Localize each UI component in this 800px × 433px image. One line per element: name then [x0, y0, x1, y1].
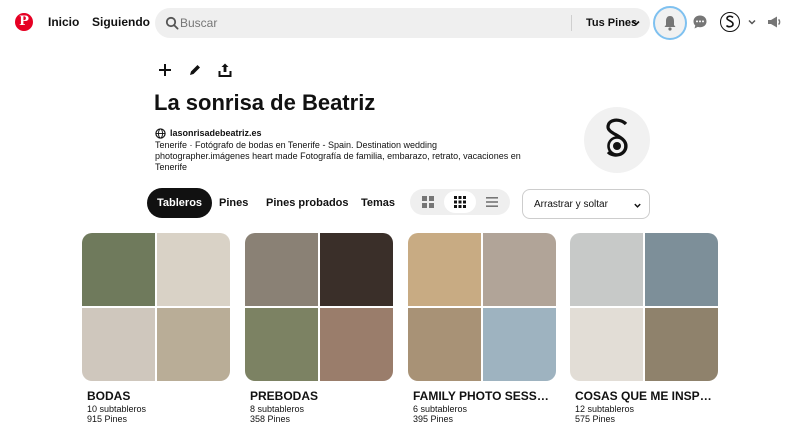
board-image [483, 308, 556, 381]
search-divider [571, 15, 572, 31]
globe-icon [155, 128, 166, 139]
board-image [157, 233, 230, 306]
board-image [408, 308, 481, 381]
large-grid-icon [422, 196, 434, 208]
board-title[interactable]: COSAS QUE ME INSP… [575, 389, 718, 403]
board-title[interactable]: FAMILY PHOTO SESS… [413, 389, 556, 403]
board-image [570, 308, 643, 381]
board-title[interactable]: BODAS [87, 389, 230, 403]
brand-logo-icon [606, 118, 628, 157]
search-input[interactable] [180, 8, 560, 38]
bell-icon [664, 16, 676, 31]
website-link[interactable]: lasonrisadebeatriz.es [170, 128, 262, 138]
search-icon [165, 16, 179, 30]
board-cover[interactable] [570, 233, 718, 381]
sort-dropdown-label: Arrastrar y soltar [534, 199, 608, 210]
account-avatar[interactable] [720, 12, 740, 32]
pinterest-logo-icon[interactable]: P [15, 13, 33, 31]
profile-bio: Tenerife · Fotógrafo de bodas en Tenerif… [155, 140, 521, 172]
board-cover[interactable] [408, 233, 556, 381]
board-subboard-count: 12 subtableros [575, 404, 635, 414]
board-image [483, 233, 556, 306]
board-subboard-count: 8 subtableros [250, 404, 305, 414]
board-image [570, 233, 643, 306]
tab-pines-probados[interactable]: Pines probados [256, 188, 359, 218]
view-list-button[interactable] [476, 191, 508, 213]
sort-dropdown[interactable]: Arrastrar y soltar [522, 189, 650, 219]
chevron-down-icon [634, 203, 641, 208]
board-image [82, 233, 155, 306]
board-pin-count: 575 Pines [575, 414, 616, 424]
board-image [157, 308, 230, 381]
nav-home-link[interactable]: Inicio [48, 15, 79, 29]
board-subboard-count: 6 subtableros [413, 404, 468, 414]
account-chevron-down-icon[interactable] [747, 17, 757, 27]
plus-icon[interactable] [157, 62, 173, 78]
tab-pines[interactable]: Pines [209, 188, 258, 218]
board-image [645, 308, 718, 381]
board-image [408, 233, 481, 306]
board-image [320, 233, 393, 306]
profile-avatar[interactable] [584, 107, 650, 173]
search-scope-dropdown[interactable]: Tus Pines [586, 17, 637, 29]
board-subboard-count: 10 subtableros [87, 404, 147, 414]
board-cover[interactable] [245, 233, 393, 381]
board-image [645, 233, 718, 306]
board-title[interactable]: PREBODAS [250, 389, 393, 403]
pencil-icon[interactable] [187, 62, 203, 78]
tab-temas[interactable]: Temas [351, 188, 405, 218]
board-image [82, 308, 155, 381]
notifications-button[interactable] [653, 6, 687, 40]
tab-tableros[interactable]: Tableros [147, 188, 213, 218]
search-bar: Tus Pines [155, 8, 650, 38]
board-image [245, 233, 318, 306]
list-icon [486, 197, 498, 207]
account-logo-icon [725, 15, 734, 28]
board-pin-count: 358 Pines [250, 414, 291, 424]
messages-icon[interactable] [692, 14, 708, 30]
board-pin-count: 915 Pines [87, 414, 128, 424]
view-small-grid-button[interactable] [444, 191, 476, 213]
profile-name: La sonrisa de Beatriz [154, 90, 376, 115]
view-large-grid-button[interactable] [412, 191, 444, 213]
megaphone-icon[interactable] [766, 14, 782, 30]
share-icon[interactable] [217, 62, 233, 78]
board-cover[interactable] [82, 233, 230, 381]
top-nav-bar: P Inicio Siguiendo Tus Pines [0, 0, 800, 46]
board-pin-count: 395 Pines [413, 414, 454, 424]
small-grid-icon [454, 196, 466, 208]
board-image [245, 308, 318, 381]
nav-following-link[interactable]: Siguiendo [92, 15, 150, 29]
chevron-down-icon[interactable] [631, 18, 641, 28]
board-image [320, 308, 393, 381]
view-toggle-group [410, 189, 510, 215]
